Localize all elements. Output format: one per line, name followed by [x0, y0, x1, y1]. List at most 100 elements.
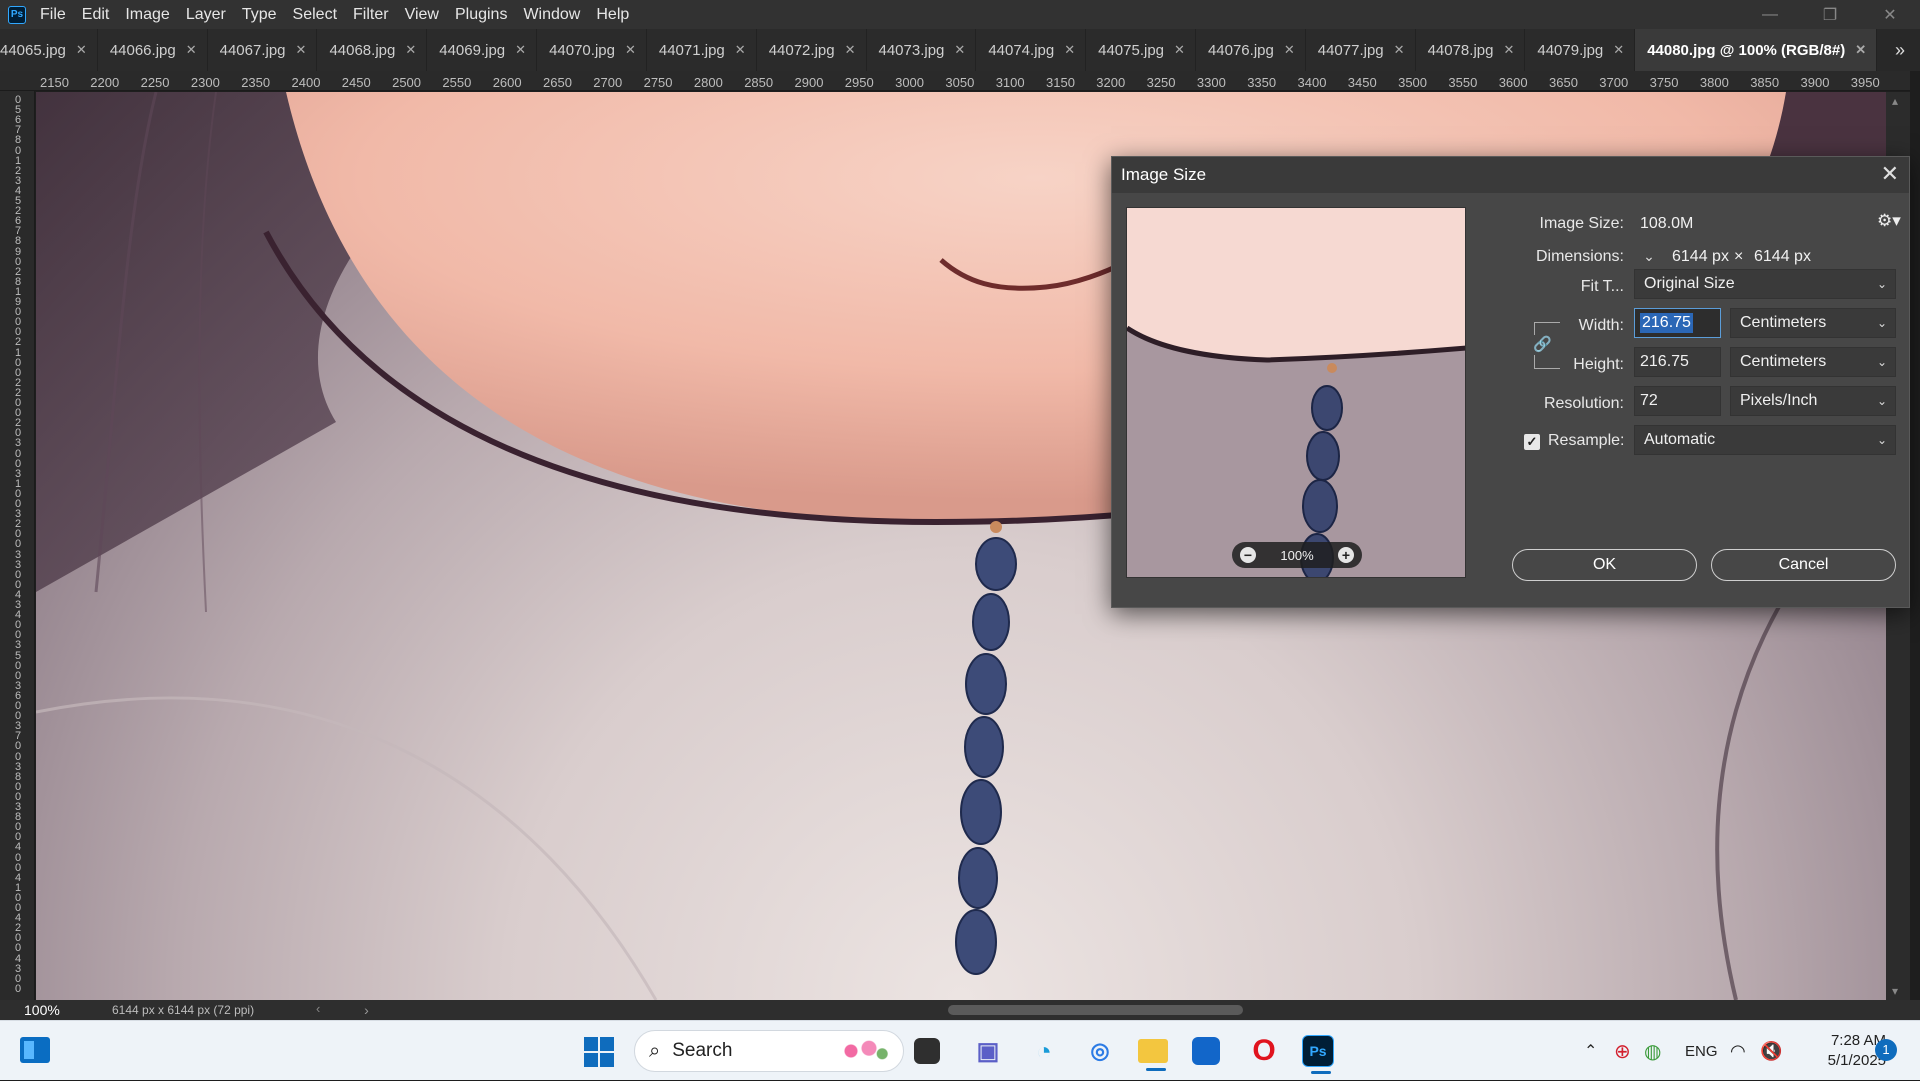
ruler-tick-label: 2150	[40, 75, 69, 90]
tab-label: 44071.jpg	[658, 41, 725, 59]
tab-close-icon[interactable]: ✕	[1855, 42, 1866, 58]
menu-image[interactable]: Image	[125, 6, 169, 24]
edge-icon[interactable]: ◔	[1026, 1033, 1062, 1069]
clock[interactable]: 7:28 AM 5/1/2025	[1796, 1031, 1886, 1071]
network-globe-icon[interactable]: ◍	[1644, 1021, 1661, 1081]
tab-overflow-icon[interactable]: »	[1880, 29, 1920, 71]
ruler-tick-label: 3000	[895, 75, 925, 90]
tab-document[interactable]: 44073.jpg ✕	[866, 29, 977, 71]
tab-document[interactable]: 44070.jpg ✕	[537, 29, 647, 71]
restore-icon[interactable]: ❐	[1800, 0, 1860, 29]
tab-close-icon[interactable]: ✕	[845, 42, 856, 58]
search-icon: ⌕	[649, 1039, 661, 1062]
horizontal-scroll-thumb[interactable]	[948, 1005, 1243, 1015]
scroll-left-icon[interactable]: ‹	[316, 1001, 320, 1016]
tab-document[interactable]: 44076.jpg ✕	[1195, 29, 1306, 71]
menu-edit[interactable]: Edit	[82, 6, 110, 24]
height-unit-select[interactable]: Centimeters ⌄	[1730, 347, 1896, 377]
tab-label: 44068.jpg	[329, 41, 396, 59]
menu-help[interactable]: Help	[596, 6, 629, 24]
dimensions-dropdown-icon[interactable]: ⌄	[1641, 248, 1657, 264]
image-preview[interactable]: − 100% +	[1126, 207, 1466, 578]
tab-close-icon[interactable]: ✕	[1503, 42, 1514, 58]
tab-document[interactable]: 44065.jpg ✕	[0, 29, 98, 71]
tab-close-icon[interactable]: ✕	[405, 42, 416, 58]
ruler-tick-label: 2750	[643, 75, 673, 90]
cancel-button[interactable]: Cancel	[1711, 549, 1896, 581]
scroll-down-icon[interactable]: ▾	[1892, 984, 1898, 998]
width-unit-select[interactable]: Centimeters ⌄	[1730, 308, 1896, 338]
menu-type[interactable]: Type	[242, 6, 277, 24]
gear-icon[interactable]: ⚙▾	[1877, 211, 1901, 231]
vpn-icon[interactable]: ⊕	[1614, 1021, 1631, 1081]
tab-close-icon[interactable]: ✕	[296, 42, 307, 58]
resample-select[interactable]: Automatic ⌄	[1634, 425, 1896, 455]
menu-layer[interactable]: Layer	[186, 6, 226, 24]
start-icon[interactable]	[584, 1037, 614, 1067]
tab-document[interactable]: 44079.jpg ✕	[1525, 29, 1636, 71]
fit-to-select[interactable]: Original Size ⌄	[1634, 269, 1896, 299]
tab-document[interactable]: 44078.jpg ✕	[1415, 29, 1526, 71]
volume-muted-icon[interactable]: 🔇	[1760, 1021, 1782, 1081]
ruler-digit: 4	[14, 952, 22, 965]
tab-document[interactable]: 44074.jpg ✕	[976, 29, 1087, 71]
tab-document[interactable]: 44071.jpg ✕	[646, 29, 757, 71]
close-window-icon[interactable]: ✕	[1860, 0, 1920, 29]
tab-document[interactable]: 44075.jpg ✕	[1086, 29, 1196, 71]
ruler-digit: 5	[14, 649, 22, 662]
menu-window[interactable]: Window	[523, 6, 580, 24]
link-icon[interactable]: 🔗	[1533, 335, 1552, 355]
height-input[interactable]: 216.75	[1634, 347, 1721, 377]
tab-label: 44079.jpg	[1537, 41, 1604, 59]
tab-close-icon[interactable]: ✕	[625, 42, 636, 58]
scroll-up-icon[interactable]: ▴	[1892, 94, 1898, 108]
menu-view[interactable]: View	[405, 6, 439, 24]
tab-document[interactable]: 44077.jpg ✕	[1305, 29, 1416, 71]
ok-button[interactable]: OK	[1512, 549, 1697, 581]
show-hidden-icons-icon[interactable]: ⌃	[1584, 1021, 1597, 1081]
tab-close-icon[interactable]: ✕	[1064, 42, 1075, 58]
tab-document[interactable]: 44067.jpg ✕	[207, 29, 318, 71]
tab-document[interactable]: 44069.jpg ✕	[427, 29, 538, 71]
resample-checkbox[interactable]: ✓	[1524, 434, 1540, 450]
tab-close-icon[interactable]: ✕	[1613, 42, 1624, 58]
tab-close-icon[interactable]: ✕	[1284, 42, 1295, 58]
tab-close-icon[interactable]: ✕	[186, 42, 197, 58]
tab-document[interactable]: 44072.jpg ✕	[756, 29, 867, 71]
wifi-icon[interactable]: ◠	[1730, 1021, 1746, 1081]
notification-badge[interactable]: 1	[1875, 1039, 1897, 1061]
menu-select[interactable]: Select	[293, 6, 337, 24]
tab-close-icon[interactable]: ✕	[954, 42, 965, 58]
status-zoom[interactable]: 100%	[0, 1002, 80, 1018]
ruler-tick-label: 3050	[945, 75, 975, 90]
file-explorer-icon[interactable]	[1138, 1039, 1168, 1071]
minimize-icon[interactable]: —	[1740, 0, 1800, 29]
tab-close-icon[interactable]: ✕	[1174, 42, 1185, 58]
tab-document[interactable]: 44066.jpg ✕	[97, 29, 208, 71]
photoshop-taskbar-icon[interactable]: Ps	[1302, 1035, 1334, 1074]
menu-plugins[interactable]: Plugins	[455, 6, 507, 24]
tab-close-icon[interactable]: ✕	[515, 42, 526, 58]
tab-document[interactable]: 44068.jpg ✕	[317, 29, 428, 71]
menu-file[interactable]: File	[40, 6, 66, 24]
widgets-icon[interactable]	[20, 1037, 50, 1063]
store-icon[interactable]	[1192, 1037, 1220, 1065]
menu-filter[interactable]: Filter	[353, 6, 389, 24]
tab-close-icon[interactable]: ✕	[76, 42, 87, 58]
resolution-unit-select[interactable]: Pixels/Inch ⌄	[1730, 386, 1896, 416]
camera-lens-icon[interactable]: ◎	[1082, 1033, 1118, 1069]
taskbar-search[interactable]: ⌕ Search	[634, 1030, 904, 1072]
zoom-out-icon[interactable]: −	[1240, 547, 1256, 563]
task-view-icon[interactable]	[914, 1038, 940, 1064]
tab-close-icon[interactable]: ✕	[1394, 42, 1405, 58]
resolution-input[interactable]: 72	[1634, 386, 1721, 416]
tab-active-document[interactable]: 44080.jpg @ 100% (RGB/8#) ✕	[1635, 29, 1878, 71]
zoom-in-icon[interactable]: +	[1338, 547, 1354, 563]
width-input[interactable]: 216.75	[1634, 308, 1721, 338]
teams-chat-icon[interactable]: ▣	[970, 1033, 1006, 1069]
language-indicator[interactable]: ENG	[1685, 1021, 1718, 1081]
close-icon[interactable]: ✕	[1881, 161, 1899, 187]
tab-close-icon[interactable]: ✕	[735, 42, 746, 58]
horizontal-scrollbar[interactable]: ‹	[316, 1001, 1880, 1017]
opera-icon[interactable]: O	[1246, 1033, 1282, 1069]
